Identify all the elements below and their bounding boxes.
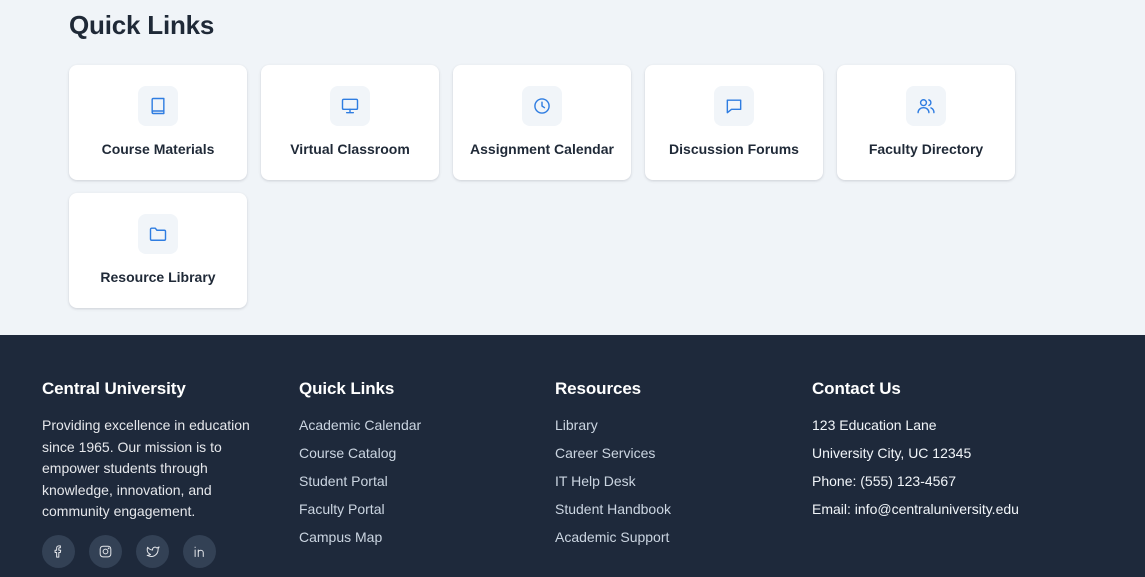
quick-links-title: Quick Links (69, 10, 215, 40)
footer-link-campus-map[interactable]: Campus Map (299, 527, 529, 555)
message-icon (714, 86, 754, 126)
card-faculty-directory[interactable]: Faculty Directory (837, 65, 1015, 180)
card-assignment-calendar[interactable]: Assignment Calendar (453, 65, 631, 180)
footer-link-career-services[interactable]: Career Services (555, 443, 785, 471)
footer-quick-links-title: Quick Links (299, 379, 395, 398)
footer-contact-title: Contact Us (812, 379, 901, 398)
card-label: Virtual Classroom (290, 141, 410, 157)
twitter-icon (146, 546, 160, 557)
card-resource-library[interactable]: Resource Library (69, 193, 247, 308)
footer-brand-title: Central University (42, 379, 186, 398)
footer-link-faculty-portal[interactable]: Faculty Portal (299, 499, 529, 527)
footer-about-text: Providing excellence in education since … (42, 417, 250, 519)
footer-about: Central University Providing excellence … (42, 379, 272, 523)
footer-link-academic-support[interactable]: Academic Support (555, 527, 785, 555)
instagram-button[interactable] (89, 535, 122, 568)
card-discussion-forums[interactable]: Discussion Forums (645, 65, 823, 180)
footer-link-student-portal[interactable]: Student Portal (299, 471, 529, 499)
linkedin-icon (194, 546, 204, 557)
twitter-button[interactable] (136, 535, 169, 568)
footer-resources-title: Resources (555, 379, 642, 398)
footer-link-course-catalog[interactable]: Course Catalog (299, 443, 529, 471)
footer-resources: Resources Library Career Services IT Hel… (555, 379, 785, 555)
card-virtual-classroom[interactable]: Virtual Classroom (261, 65, 439, 180)
linkedin-button[interactable] (183, 535, 216, 568)
contact-email: Email: info@centraluniversity.edu (812, 501, 1019, 517)
card-label: Assignment Calendar (470, 141, 614, 157)
instagram-icon (99, 545, 112, 558)
site-footer: Central University Providing excellence … (0, 335, 1145, 577)
card-label: Faculty Directory (868, 141, 984, 157)
footer-link-academic-calendar[interactable]: Academic Calendar (299, 415, 529, 443)
card-label: Course Materials (101, 141, 215, 157)
monitor-icon (330, 86, 370, 126)
facebook-button[interactable] (42, 535, 75, 568)
contact-address: 123 Education Lane (812, 417, 937, 433)
card-course-materials[interactable]: Course Materials (69, 65, 247, 180)
footer-link-it-help-desk[interactable]: IT Help Desk (555, 471, 785, 499)
book-icon (138, 86, 178, 126)
clock-icon (522, 86, 562, 126)
folder-icon (138, 214, 178, 254)
users-icon (906, 86, 946, 126)
contact-phone: Phone: (555) 123-4567 (812, 473, 956, 489)
facebook-icon (54, 545, 62, 558)
footer-link-library[interactable]: Library (555, 415, 785, 443)
social-links (42, 535, 216, 568)
footer-quick-links: Quick Links Academic Calendar Course Cat… (299, 379, 529, 555)
footer-contact: Contact Us 123 Education Lane University… (812, 379, 1112, 527)
footer-link-student-handbook[interactable]: Student Handbook (555, 499, 785, 527)
card-label: Resource Library (100, 269, 216, 285)
card-label: Discussion Forums (669, 141, 799, 157)
quick-links-section: Quick Links Course Materials Virtual Cla… (0, 0, 1145, 335)
contact-city: University City, UC 12345 (812, 445, 972, 461)
